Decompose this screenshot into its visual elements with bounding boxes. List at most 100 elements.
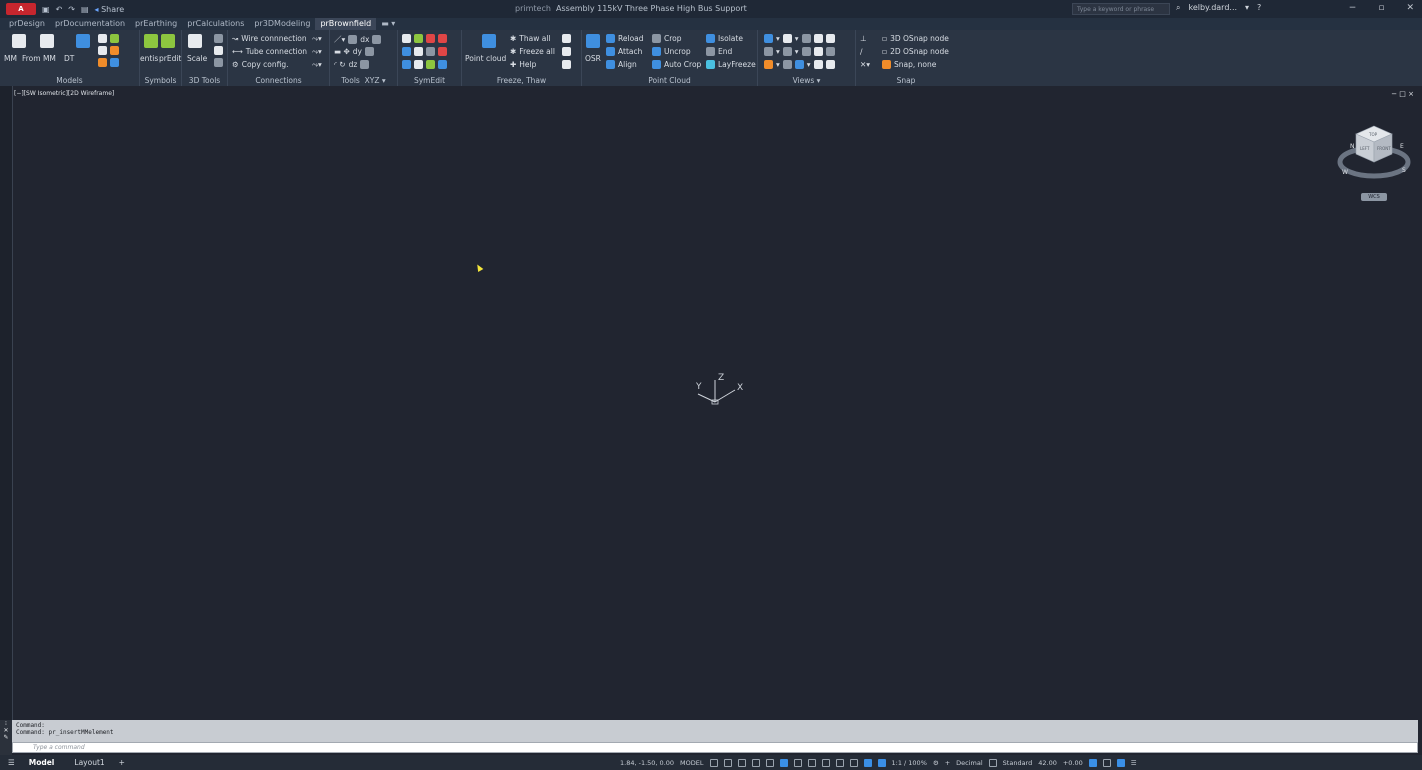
connection-tool-2[interactable]: ⤳▾ [312,47,322,57]
freeze-tool-3[interactable] [562,60,571,69]
grid-icon[interactable] [709,758,718,767]
viewport-window-controls[interactable]: − □ × [1391,90,1414,98]
entis-button[interactable] [144,34,175,48]
model-tool-2[interactable] [98,46,119,55]
tab-prearthing[interactable]: prEarthing [130,18,182,30]
ortho-icon[interactable] [737,758,746,767]
ribbon-options-icon[interactable]: ▬ ▾ [376,18,400,30]
snap-tool-3[interactable]: ✕▾ [860,60,870,69]
isodraft-icon[interactable] [765,758,774,767]
polar-icon[interactable] [751,758,760,767]
from-mm-label[interactable]: From MM [22,54,56,63]
xyz-dropdown[interactable]: XYZ [365,76,380,85]
snap-mode-icon[interactable] [723,758,732,767]
freeze-tool-2[interactable] [562,47,571,56]
dt-label[interactable]: DT [64,54,74,63]
snap-none-button[interactable]: Snap, none [882,60,936,69]
style-dropdown[interactable]: Standard [1003,759,1033,767]
3d-osnap-icon[interactable] [835,758,844,767]
tube-connection-button[interactable]: ⟷ Tube connection [232,47,307,56]
scale-label[interactable]: Scale [187,54,207,63]
tab-prcalculations[interactable]: prCalculations [182,18,249,30]
tab-layout1[interactable]: Layout1 [68,758,110,767]
mm-label[interactable]: MM [4,54,17,63]
2d-osnap-node-button[interactable]: ▫ 2D OSnap node [882,47,949,56]
osr-button[interactable]: OSR [585,54,601,63]
coordinates-readout[interactable]: 1.84, -1.50, 0.00 [620,759,674,767]
model-space-toggle[interactable]: MODEL [680,759,703,767]
uncrop-button[interactable]: Uncrop [652,47,691,56]
model-tool-3[interactable] [98,58,119,67]
isolate-button[interactable]: Isolate [706,34,743,43]
customization-menu-icon[interactable]: ☰ [1131,759,1137,767]
osnap-icon[interactable] [779,758,788,767]
tab-prdocumentation[interactable]: prDocumentation [50,18,130,30]
align-button[interactable]: Align [606,60,637,69]
views-row-3[interactable]: ▾ ▾ [764,60,835,69]
predit-label[interactable]: prEdit [159,54,181,63]
connection-tool-3[interactable]: ⤳▾ [312,60,322,70]
transparency-icon[interactable] [807,758,816,767]
3d-osnap-node-button[interactable]: ▫ 3D OSnap node [882,34,949,43]
units-dropdown[interactable]: Decimal [956,759,983,767]
crop-button[interactable]: Crop [652,34,682,43]
attach-button[interactable]: Attach [606,47,642,56]
model-tool-1[interactable] [98,34,119,43]
symedit-row-2[interactable] [402,47,447,56]
3d-tool-3[interactable] [214,58,223,67]
customize-icon[interactable]: ✎ [0,734,12,741]
add-layout-icon[interactable]: + [119,758,125,767]
viewcube[interactable]: TOP LEFT FRONT N W S E [1336,120,1412,184]
layouts-menu-icon[interactable]: ☰ [8,758,15,767]
share-button[interactable]: ◂ Share [95,5,125,14]
minimize-icon[interactable]: − [1349,3,1357,13]
freeze-all-button[interactable]: ✱ Freeze all [510,47,555,56]
3d-tool-2[interactable] [214,46,223,55]
from-mm-button[interactable] [40,34,54,48]
dynamic-ucs-icon[interactable] [849,758,858,767]
wcs-menu[interactable]: WCS [1361,193,1387,201]
search-input[interactable]: Type a keyword or phrase [1072,3,1170,15]
mm-button[interactable] [12,34,26,48]
redo-icon[interactable]: ↷ [68,5,75,14]
user-name[interactable]: kelby.dard... [1188,3,1237,13]
point-cloud-big-icon[interactable] [482,34,496,48]
help-button[interactable]: ✚ Help [510,60,536,69]
tab-model[interactable]: Model [23,758,61,767]
tab-prdesign[interactable]: prDesign [4,18,50,30]
thaw-all-button[interactable]: ✱ Thaw all [510,34,551,43]
views-row-2[interactable]: ▾ ▾ [764,47,835,56]
quick-properties-icon[interactable] [988,758,997,767]
command-close-icon[interactable]: ✕ [0,727,12,734]
arc-tool[interactable]: ◜ ↻ dz [334,60,370,69]
freeze-tool-1[interactable] [562,34,571,43]
end-button[interactable]: End [706,47,732,56]
wire-connection-button[interactable]: ↝ Wire connnection [232,34,307,43]
help-icon[interactable]: ? [1257,3,1261,13]
auto-crop-button[interactable]: Auto Crop [652,60,701,69]
cart-icon[interactable]: ▾ [1245,3,1249,13]
connection-tool-1[interactable]: ⤳▾ [312,34,322,44]
entis-label[interactable]: entis [140,54,158,63]
save-icon[interactable]: ▣ [42,5,50,14]
command-input[interactable]: Type a command [12,742,1418,753]
grip-icon[interactable]: ⁝ [0,720,12,727]
layfreeze-button[interactable]: LayFreeze [706,60,756,69]
osr-icon[interactable] [586,34,600,48]
point-cloud-button[interactable]: Point cloud [465,54,506,63]
reload-button[interactable]: Reload [606,34,644,43]
snap-tool-1[interactable]: ⊥ [860,34,867,43]
annotation-visibility-icon[interactable] [863,758,872,767]
views-row-1[interactable]: ▾ ▾ [764,34,835,43]
application-menu-button[interactable]: A [6,3,36,15]
lineweight-icon[interactable] [793,758,802,767]
tab-pr3dmodeling[interactable]: pr3DModeling [249,18,315,30]
symedit-row-3[interactable] [402,60,447,69]
annotation-scale[interactable]: 1:1 / 100% [892,759,927,767]
copy-config-button[interactable]: ⚙ Copy config. [232,60,288,69]
selection-cycling-icon[interactable] [821,758,830,767]
restore-icon[interactable]: ▫ [1378,3,1384,13]
dt-button[interactable] [76,34,90,48]
tab-prbrownfield[interactable]: prBrownfield [315,18,377,30]
plot-icon[interactable]: ▤ [81,5,89,14]
